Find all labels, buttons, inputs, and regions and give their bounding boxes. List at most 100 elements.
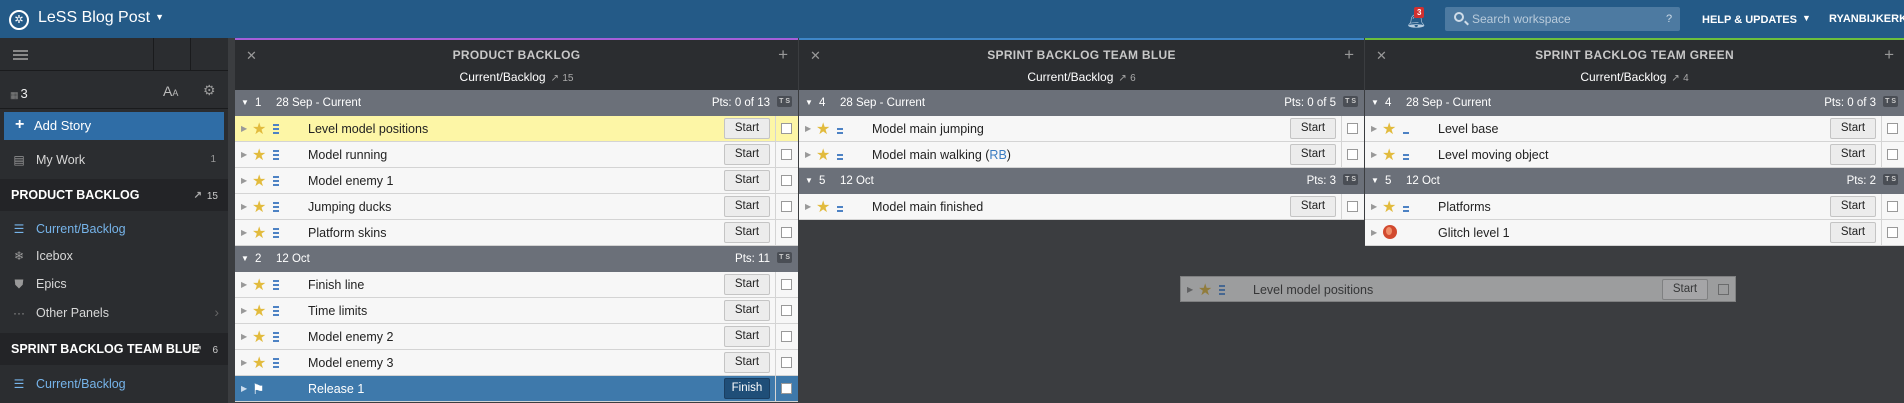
iteration-header[interactable]: ▼ 4 28 Sep - Current Pts: 0 of 3 T S (1365, 90, 1904, 116)
start-button[interactable]: Start (724, 196, 770, 217)
expand-icon[interactable]: ▶ (1371, 228, 1377, 237)
expand-icon[interactable]: ▶ (241, 358, 247, 367)
drag-ghost-story[interactable]: ▶ ★ Level model positions Start (1180, 276, 1736, 302)
story-checkbox[interactable] (1887, 149, 1898, 160)
story-row[interactable]: ▶ ★ Model main walking (RB) Start (799, 142, 1364, 168)
start-button[interactable]: Start (724, 326, 770, 347)
story-checkbox[interactable] (1347, 123, 1358, 134)
sidebar-item-current-backlog[interactable]: ☰ Current/Backlog (0, 371, 228, 397)
start-button[interactable]: Start (724, 352, 770, 373)
add-icon[interactable]: + (1344, 45, 1354, 65)
start-button[interactable]: Start (1662, 279, 1708, 300)
expand-icon[interactable]: ▶ (805, 124, 811, 133)
story-row[interactable]: ▶ ★ Model enemy 3 Start (235, 350, 798, 376)
team-strength-icon[interactable]: T S (777, 96, 792, 107)
story-checkbox[interactable] (781, 305, 792, 316)
sidebar-section-product-backlog[interactable]: PRODUCT BACKLOG ↗ 15 (0, 179, 228, 211)
add-story-button[interactable]: + Add Story (4, 112, 224, 140)
story-row[interactable]: ▶ ★ Model main jumping Start (799, 116, 1364, 142)
expand-icon[interactable]: ▶ (241, 280, 247, 289)
gear-icon[interactable]: ⚙ (203, 82, 216, 99)
sidebar-section-sprint-blue[interactable]: SPRINT BACKLOG TEAM BLUE ↗ 6 (0, 333, 228, 365)
collapse-icon[interactable]: ▼ (241, 98, 249, 107)
expand-icon[interactable]: ▶ (241, 384, 247, 393)
workspace-title[interactable]: LeSS Blog Post ▼ (38, 9, 164, 27)
collapse-icon[interactable]: ▼ (805, 98, 813, 107)
start-button[interactable]: Start (1290, 144, 1336, 165)
team-strength-icon[interactable]: T S (1343, 96, 1358, 107)
story-checkbox[interactable] (1347, 201, 1358, 212)
collapse-icon[interactable]: ▼ (241, 254, 249, 263)
iteration-header[interactable]: ▼ 1 28 Sep - Current Pts: 0 of 13 T S (235, 90, 798, 116)
story-checkbox[interactable] (781, 123, 792, 134)
story-checkbox[interactable] (781, 383, 792, 394)
story-row[interactable]: ▶ ★ Model enemy 2 Start (235, 324, 798, 350)
story-checkbox[interactable] (781, 149, 792, 160)
story-row[interactable]: ▶ ★ Model main finished Start (799, 194, 1364, 220)
story-row[interactable]: ▶ ★ Model running Start (235, 142, 798, 168)
story-checkbox[interactable] (1887, 123, 1898, 134)
story-checkbox[interactable] (1887, 227, 1898, 238)
story-row[interactable]: ▶ ★ Level moving object Start (1365, 142, 1904, 168)
app-logo-icon[interactable]: ✲ (9, 10, 29, 30)
start-button[interactable]: Start (724, 300, 770, 321)
sidebar-item-other-panels[interactable]: ··· Other Panels › (0, 300, 228, 326)
expand-icon[interactable]: ▶ (241, 332, 247, 341)
story-owner-tag[interactable]: RB (989, 148, 1006, 162)
help-updates-menu[interactable]: HELP & UPDATES ▼ (1702, 13, 1811, 26)
iteration-header[interactable]: ▼ 5 12 Oct Pts: 2 T S (1365, 168, 1904, 194)
sidebar-item-current-backlog[interactable]: ☰ Current/Backlog (0, 216, 228, 242)
story-row[interactable]: ▶ ★ Level model positions Start (235, 116, 798, 142)
team-strength-icon[interactable]: T S (1343, 174, 1358, 185)
team-strength-icon[interactable]: T S (777, 252, 792, 263)
team-strength-icon[interactable]: T S (1883, 96, 1898, 107)
story-row[interactable]: ▶ ★ Jumping ducks Start (235, 194, 798, 220)
start-button[interactable]: Start (1290, 196, 1336, 217)
start-button[interactable]: Start (1290, 118, 1336, 139)
story-row[interactable]: ▶ ★ Time limits Start (235, 298, 798, 324)
story-row[interactable]: ▶ ★ Platforms Start (1365, 194, 1904, 220)
collapse-icon[interactable]: ▼ (805, 176, 813, 185)
text-size-button[interactable]: AA (163, 83, 178, 99)
start-button[interactable]: Start (724, 274, 770, 295)
expand-icon[interactable]: ▶ (805, 202, 811, 211)
sidebar-item-my-work[interactable]: ▤ My Work 1 (0, 147, 228, 173)
story-checkbox[interactable] (781, 175, 792, 186)
hamburger-icon[interactable] (13, 50, 28, 60)
start-button[interactable]: Start (1830, 144, 1876, 165)
add-icon[interactable]: + (1884, 45, 1894, 65)
story-checkbox[interactable] (1887, 201, 1898, 212)
story-checkbox[interactable] (1718, 284, 1729, 295)
story-row[interactable]: ▶ ★ Model enemy 1 Start (235, 168, 798, 194)
iteration-header[interactable]: ▼ 2 12 Oct Pts: 11 T S (235, 246, 798, 272)
story-checkbox[interactable] (1347, 149, 1358, 160)
expand-icon[interactable]: ▶ (241, 176, 247, 185)
expand-icon[interactable]: ▶ (1371, 202, 1377, 211)
story-row[interactable]: ▶ Glitch level 1 Start (1365, 220, 1904, 246)
collapse-icon[interactable]: ▼ (1371, 176, 1379, 185)
search-help-icon[interactable]: ? (1666, 13, 1672, 25)
expand-icon[interactable]: ▶ (805, 150, 811, 159)
iteration-header[interactable]: ▼ 5 12 Oct Pts: 3 T S (799, 168, 1364, 194)
sidebar-item-icebox[interactable]: ❄ Icebox (0, 243, 228, 269)
start-button[interactable]: Start (724, 144, 770, 165)
expand-icon[interactable]: ▶ (241, 202, 247, 211)
story-row[interactable]: ▶ ★ Finish line Start (235, 272, 798, 298)
start-button[interactable]: Start (1830, 222, 1876, 243)
expand-icon[interactable]: ▶ (1371, 124, 1377, 133)
user-menu[interactable]: RYANBIJKERK (1829, 13, 1904, 25)
expand-icon[interactable]: ▶ (1371, 150, 1377, 159)
search-input[interactable]: Search workspace (1445, 7, 1680, 31)
story-checkbox[interactable] (781, 201, 792, 212)
story-checkbox[interactable] (781, 227, 792, 238)
expand-icon[interactable]: ▶ (241, 306, 247, 315)
story-checkbox[interactable] (781, 279, 792, 290)
start-button[interactable]: Start (1830, 118, 1876, 139)
finish-button[interactable]: Finish (724, 378, 770, 399)
start-button[interactable]: Start (724, 170, 770, 191)
collapse-icon[interactable]: ▼ (1371, 98, 1379, 107)
iteration-header[interactable]: ▼ 4 28 Sep - Current Pts: 0 of 5 T S (799, 90, 1364, 116)
team-strength-icon[interactable]: T S (1883, 174, 1898, 185)
expand-icon[interactable]: ▶ (241, 228, 247, 237)
story-row[interactable]: ▶ ★ Level base Start (1365, 116, 1904, 142)
